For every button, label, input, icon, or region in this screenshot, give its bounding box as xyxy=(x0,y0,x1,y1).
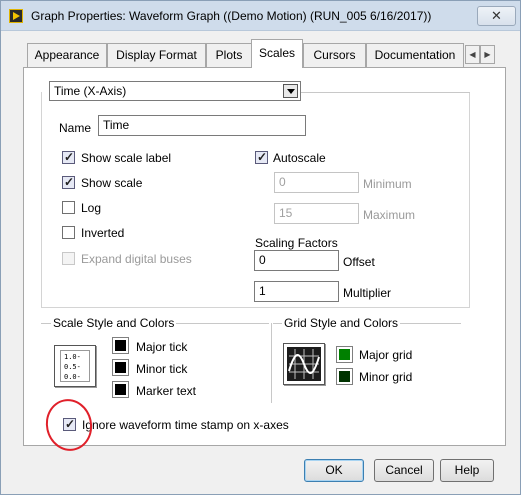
name-label: Name xyxy=(59,121,92,135)
minor-tick-color-swatch[interactable] xyxy=(112,359,129,376)
autoscale-checkbox[interactable] xyxy=(255,150,268,164)
scale-style-preview: 1.0- 0.5- 0.0- xyxy=(60,350,90,382)
minor-grid-label: Minor grid xyxy=(359,370,413,384)
scale-style-preview-button[interactable]: 1.0- 0.5- 0.0- xyxy=(54,345,96,387)
marker-text-color-swatch[interactable] xyxy=(112,381,129,398)
scale-style-title: Scale Style and Colors xyxy=(51,316,177,330)
inverted-label: Inverted xyxy=(81,226,125,240)
multiplier-label: Multiplier xyxy=(343,286,392,300)
show-scale-label-checkbox[interactable] xyxy=(62,150,75,164)
maximum-input[interactable]: 15 xyxy=(274,203,359,224)
show-scale-label-label: Show scale label xyxy=(81,151,172,165)
grid-preview-icon xyxy=(287,347,321,381)
grid-style-preview-button[interactable] xyxy=(283,343,325,385)
offset-label: Offset xyxy=(343,255,375,269)
graph-properties-dialog: Graph Properties: Waveform Graph ((Demo … xyxy=(0,0,521,495)
major-tick-color-swatch[interactable] xyxy=(112,337,129,354)
minimum-label: Minimum xyxy=(363,177,412,191)
scaling-factors-title: Scaling Factors xyxy=(255,236,338,250)
style-section-divider xyxy=(271,323,272,403)
show-scale-checkbox[interactable] xyxy=(62,175,75,189)
grid-style-title: Grid Style and Colors xyxy=(282,316,401,330)
inverted-checkbox[interactable] xyxy=(62,226,75,239)
minimum-input[interactable]: 0 xyxy=(274,172,359,193)
minor-grid-color-swatch[interactable] xyxy=(336,368,353,385)
log-label: Log xyxy=(81,201,102,215)
log-checkbox[interactable] xyxy=(62,201,75,214)
autoscale-label: Autoscale xyxy=(273,151,326,165)
multiplier-input[interactable]: 1 xyxy=(254,281,339,302)
ignore-timestamp-label: Ignore waveform time stamp on x-axes xyxy=(82,418,289,432)
expand-digital-buses-label: Expand digital buses xyxy=(81,252,192,266)
major-grid-color-swatch[interactable] xyxy=(336,346,353,363)
major-tick-label: Major tick xyxy=(136,340,188,354)
group-top-edge xyxy=(301,92,470,93)
preview-tick-label: 0.0- xyxy=(64,373,81,381)
minor-tick-label: Minor tick xyxy=(136,362,188,376)
major-grid-label: Major grid xyxy=(359,348,413,362)
expand-digital-buses-checkbox[interactable] xyxy=(62,252,75,265)
preview-tick-label: 0.5- xyxy=(64,363,81,371)
show-scale-label: Show scale xyxy=(81,176,143,190)
preview-tick-label: 1.0- xyxy=(64,353,81,361)
marker-text-label: Marker text xyxy=(136,384,197,398)
offset-input[interactable]: 0 xyxy=(254,250,339,271)
maximum-label: Maximum xyxy=(363,208,416,222)
name-input[interactable]: Time xyxy=(98,115,306,136)
